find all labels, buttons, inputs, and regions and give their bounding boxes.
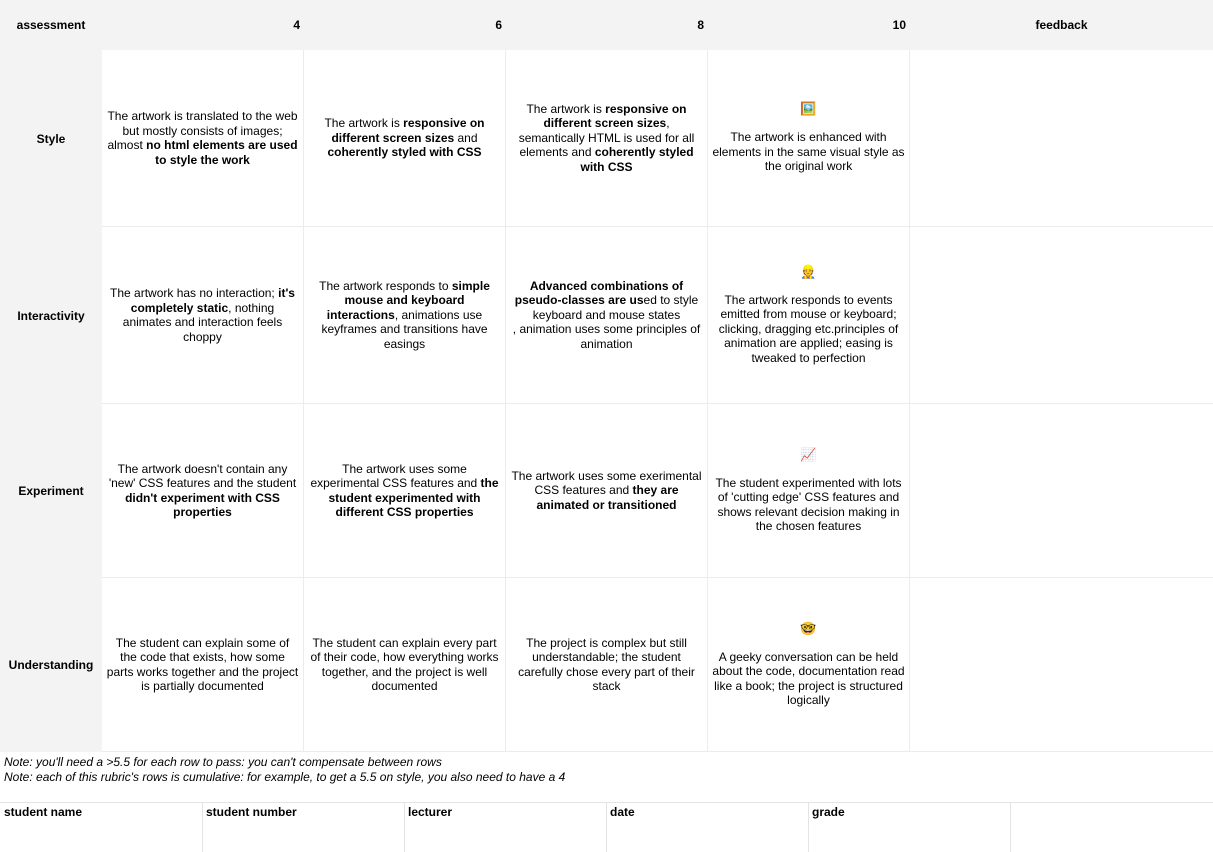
rubric-text: The student can explain some of the code… bbox=[106, 635, 299, 694]
footer-lecturer[interactable]: lecturer bbox=[404, 803, 607, 852]
rubric-text: The project is complex but still underst… bbox=[518, 635, 695, 694]
rubric-text: The artwork has no interaction; it's com… bbox=[110, 286, 295, 344]
rubric-cell[interactable]: Advanced combinations of pseudo-classes … bbox=[506, 227, 708, 404]
rubric-text: The artwork doesn't contain any 'new' CS… bbox=[108, 461, 297, 520]
row-label-experiment: Experiment bbox=[0, 404, 102, 578]
bold-text: didn't experiment with CSS properties bbox=[125, 490, 280, 520]
bold-text: the student experimented with different … bbox=[328, 476, 499, 519]
feedback-cell-experiment[interactable] bbox=[910, 404, 1213, 578]
header-score-6: 6 bbox=[495, 18, 502, 32]
rubric-cell[interactable]: The student can explain some of the code… bbox=[102, 578, 304, 752]
bold-text: responsive on different screen sizes bbox=[543, 101, 687, 131]
rubric-cell[interactable]: The artwork is translated to the web but… bbox=[102, 50, 304, 227]
rubric-text: The artwork responds to events emitted f… bbox=[718, 292, 899, 365]
rubric-cell[interactable]: The artwork responds to simple mouse and… bbox=[304, 227, 506, 404]
rubric-text: The artwork is responsive on different s… bbox=[324, 116, 485, 160]
rubric-text: Advanced combinations of pseudo-classes … bbox=[512, 278, 701, 351]
header-feedback: feedback bbox=[1035, 18, 1088, 32]
bold-text: coherently styled with CSS bbox=[327, 145, 482, 160]
rubric-text: A geeky conversation can be held about t… bbox=[712, 649, 905, 708]
bold-text: Advanced combinations of pseudo-classes … bbox=[514, 278, 684, 308]
bold-text: coherently styled with CSS bbox=[580, 145, 694, 174]
rubric-cell[interactable]: The artwork is responsive on different s… bbox=[506, 50, 708, 227]
row-label-interactivity: Interactivity bbox=[0, 227, 102, 404]
rubric-text: The artwork is responsive on different s… bbox=[518, 101, 695, 174]
header-score-8: 8 bbox=[697, 18, 704, 32]
chart-increasing-icon: 📈 bbox=[800, 446, 817, 462]
header-assessment: assessment bbox=[16, 18, 86, 32]
header-row: assessment 4 6 8 10 feedback bbox=[0, 0, 1213, 50]
bold-text: no html elements are used to style the w… bbox=[146, 138, 298, 167]
footer-student-name[interactable]: student name bbox=[0, 803, 203, 852]
header-score-4: 4 bbox=[293, 18, 300, 32]
construction-worker-icon: 👷 bbox=[800, 263, 817, 279]
footer-label: grade bbox=[812, 805, 845, 819]
feedback-cell-understanding[interactable] bbox=[910, 578, 1213, 752]
rubric-cell[interactable]: The artwork has no interaction; it's com… bbox=[102, 227, 304, 404]
rubric-cell[interactable]: 🤓 A geeky conversation can be held about… bbox=[708, 578, 910, 752]
note-line: Note: each of this rubric's rows is cumu… bbox=[4, 770, 566, 784]
rubric-cell[interactable]: The student can explain every part of th… bbox=[304, 578, 506, 752]
footer-label: date bbox=[610, 805, 635, 819]
row-label-understanding: Understanding bbox=[0, 578, 102, 752]
feedback-cell-interactivity[interactable] bbox=[910, 227, 1213, 404]
rubric-cell[interactable]: 📈 The student experimented with lots of … bbox=[708, 404, 910, 578]
feedback-cell-style[interactable] bbox=[910, 50, 1213, 227]
note-line: Note: you'll need a >5.5 for each row to… bbox=[4, 755, 442, 769]
bold-text: simple mouse and keyboard interactions bbox=[326, 278, 490, 322]
footer-label: lecturer bbox=[408, 805, 453, 819]
footer-date[interactable]: date bbox=[606, 803, 809, 852]
bold-text: it's completely static bbox=[130, 286, 295, 315]
rubric-cell[interactable]: The project is complex but still underst… bbox=[506, 578, 708, 752]
header-score-10: 10 bbox=[892, 18, 906, 32]
framed-picture-icon: 🖼️ bbox=[800, 101, 817, 117]
footer-grade[interactable]: grade bbox=[808, 803, 1011, 852]
footer-grade-value[interactable] bbox=[1010, 803, 1213, 852]
rubric-cell[interactable]: 🖼️ The artwork is enhanced with elements… bbox=[708, 50, 910, 227]
rubric-cell[interactable]: The artwork uses some experimental CSS f… bbox=[304, 404, 506, 578]
rubric-text: The student experimented with lots of 'c… bbox=[715, 475, 902, 534]
rubric-text: The student can explain every part of th… bbox=[310, 635, 499, 694]
rubric-cell-text: The artwork responds to events emitted f… bbox=[712, 293, 905, 366]
row-label-style: Style bbox=[0, 50, 102, 227]
nerd-face-icon: 🤓 bbox=[800, 620, 817, 636]
rubric-text: The artwork responds to simple mouse and… bbox=[319, 278, 490, 351]
rubric-text: The artwork is translated to the web but… bbox=[107, 109, 298, 167]
rubric-text: The artwork uses some exerimental CSS fe… bbox=[511, 468, 702, 512]
notes: Note: you'll need a >5.5 for each row to… bbox=[4, 755, 565, 785]
rubric-cell[interactable]: 👷 The artwork responds to events emitted… bbox=[708, 227, 910, 404]
rubric-text: The artwork uses some experimental CSS f… bbox=[310, 461, 499, 520]
footer-label: student number bbox=[206, 805, 297, 819]
rubric-cell-text: The artwork is enhanced with elements in… bbox=[712, 130, 905, 174]
rubric-cell[interactable]: The artwork uses some exerimental CSS fe… bbox=[506, 404, 708, 578]
bold-text: responsive on different screen sizes bbox=[331, 116, 485, 145]
footer-student-number[interactable]: student number bbox=[202, 803, 405, 852]
footer-label: student name bbox=[4, 805, 83, 819]
rubric-cell-text: The student experimented with lots of 'c… bbox=[712, 476, 905, 534]
rubric-cell[interactable]: The artwork doesn't contain any 'new' CS… bbox=[102, 404, 304, 578]
rubric-cell-text: A geeky conversation can be held about t… bbox=[712, 650, 905, 708]
bold-text: they are animated or transitioned bbox=[536, 483, 679, 512]
rubric-cell[interactable]: The artwork is responsive on different s… bbox=[304, 50, 506, 227]
rubric-text: The artwork is enhanced with elements in… bbox=[712, 130, 905, 174]
